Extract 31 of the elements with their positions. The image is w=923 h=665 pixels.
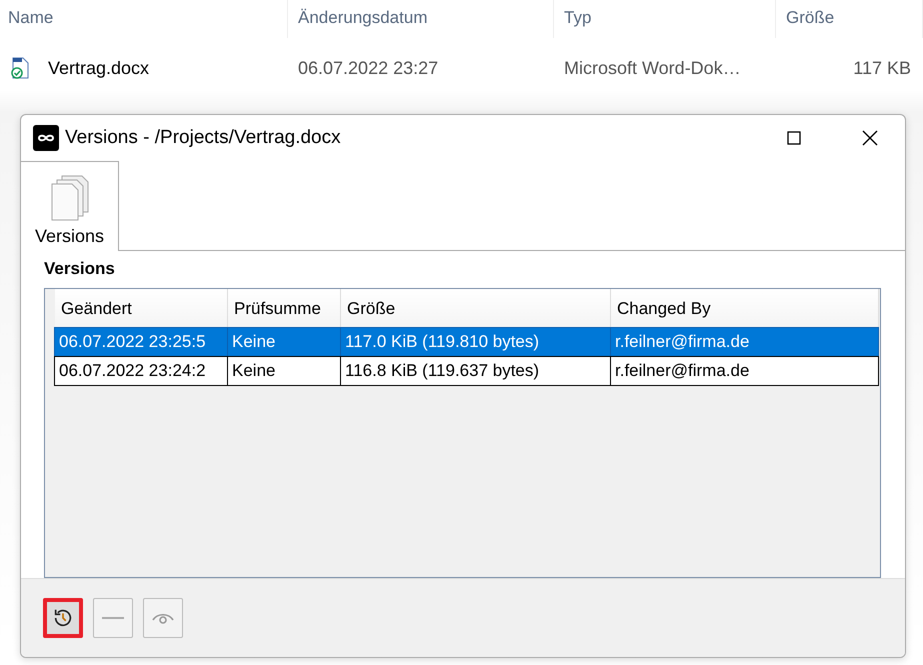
app-logo-icon [33,125,59,151]
document-icon [10,57,30,79]
column-header[interactable]: Typ [554,0,776,38]
section-title: Versions [44,259,116,279]
column-header[interactable]: Änderungsdatum [288,0,554,38]
table-cell[interactable]: Keine [227,356,341,386]
maximize-icon [787,131,801,145]
table-cell[interactable]: 117.0 KiB (119.810 bytes) [340,327,611,357]
tab[interactable]: Versions [21,161,119,251]
window-title: Versions - /Projects/Vertrag.docx [65,127,342,149]
table-cell[interactable]: Keine [227,327,341,357]
column-header[interactable]: Größe [776,0,923,38]
column-header[interactable]: Name [0,0,288,38]
table-cell[interactable]: r.feilner@firma.de [610,327,879,357]
file-type: Microsoft Word-Dok… [563,58,742,78]
eye-icon [152,611,174,625]
table-cell[interactable]: 06.07.2022 23:24:2 [54,356,228,386]
table-cell[interactable]: 06.07.2022 23:25:5 [54,327,228,357]
column-header[interactable]: Größe [341,289,611,328]
close-icon [862,130,878,146]
table-cell[interactable]: 116.8 KiB (119.637 bytes) [340,356,611,386]
table-cell[interactable]: r.feilner@firma.de [610,356,879,386]
file-size: 117 KB [852,58,912,78]
history-icon [52,607,74,629]
restore-button[interactable] [43,598,83,638]
minus-icon [102,616,124,620]
column-header[interactable]: Prüfsumme [228,289,341,328]
file-date: 06.07.2022 23:27 [297,58,440,78]
column-header[interactable]: Changed By [611,289,879,328]
file-name[interactable]: Vertrag.docx [38,58,150,78]
column-header[interactable]: Geändert [55,289,228,328]
